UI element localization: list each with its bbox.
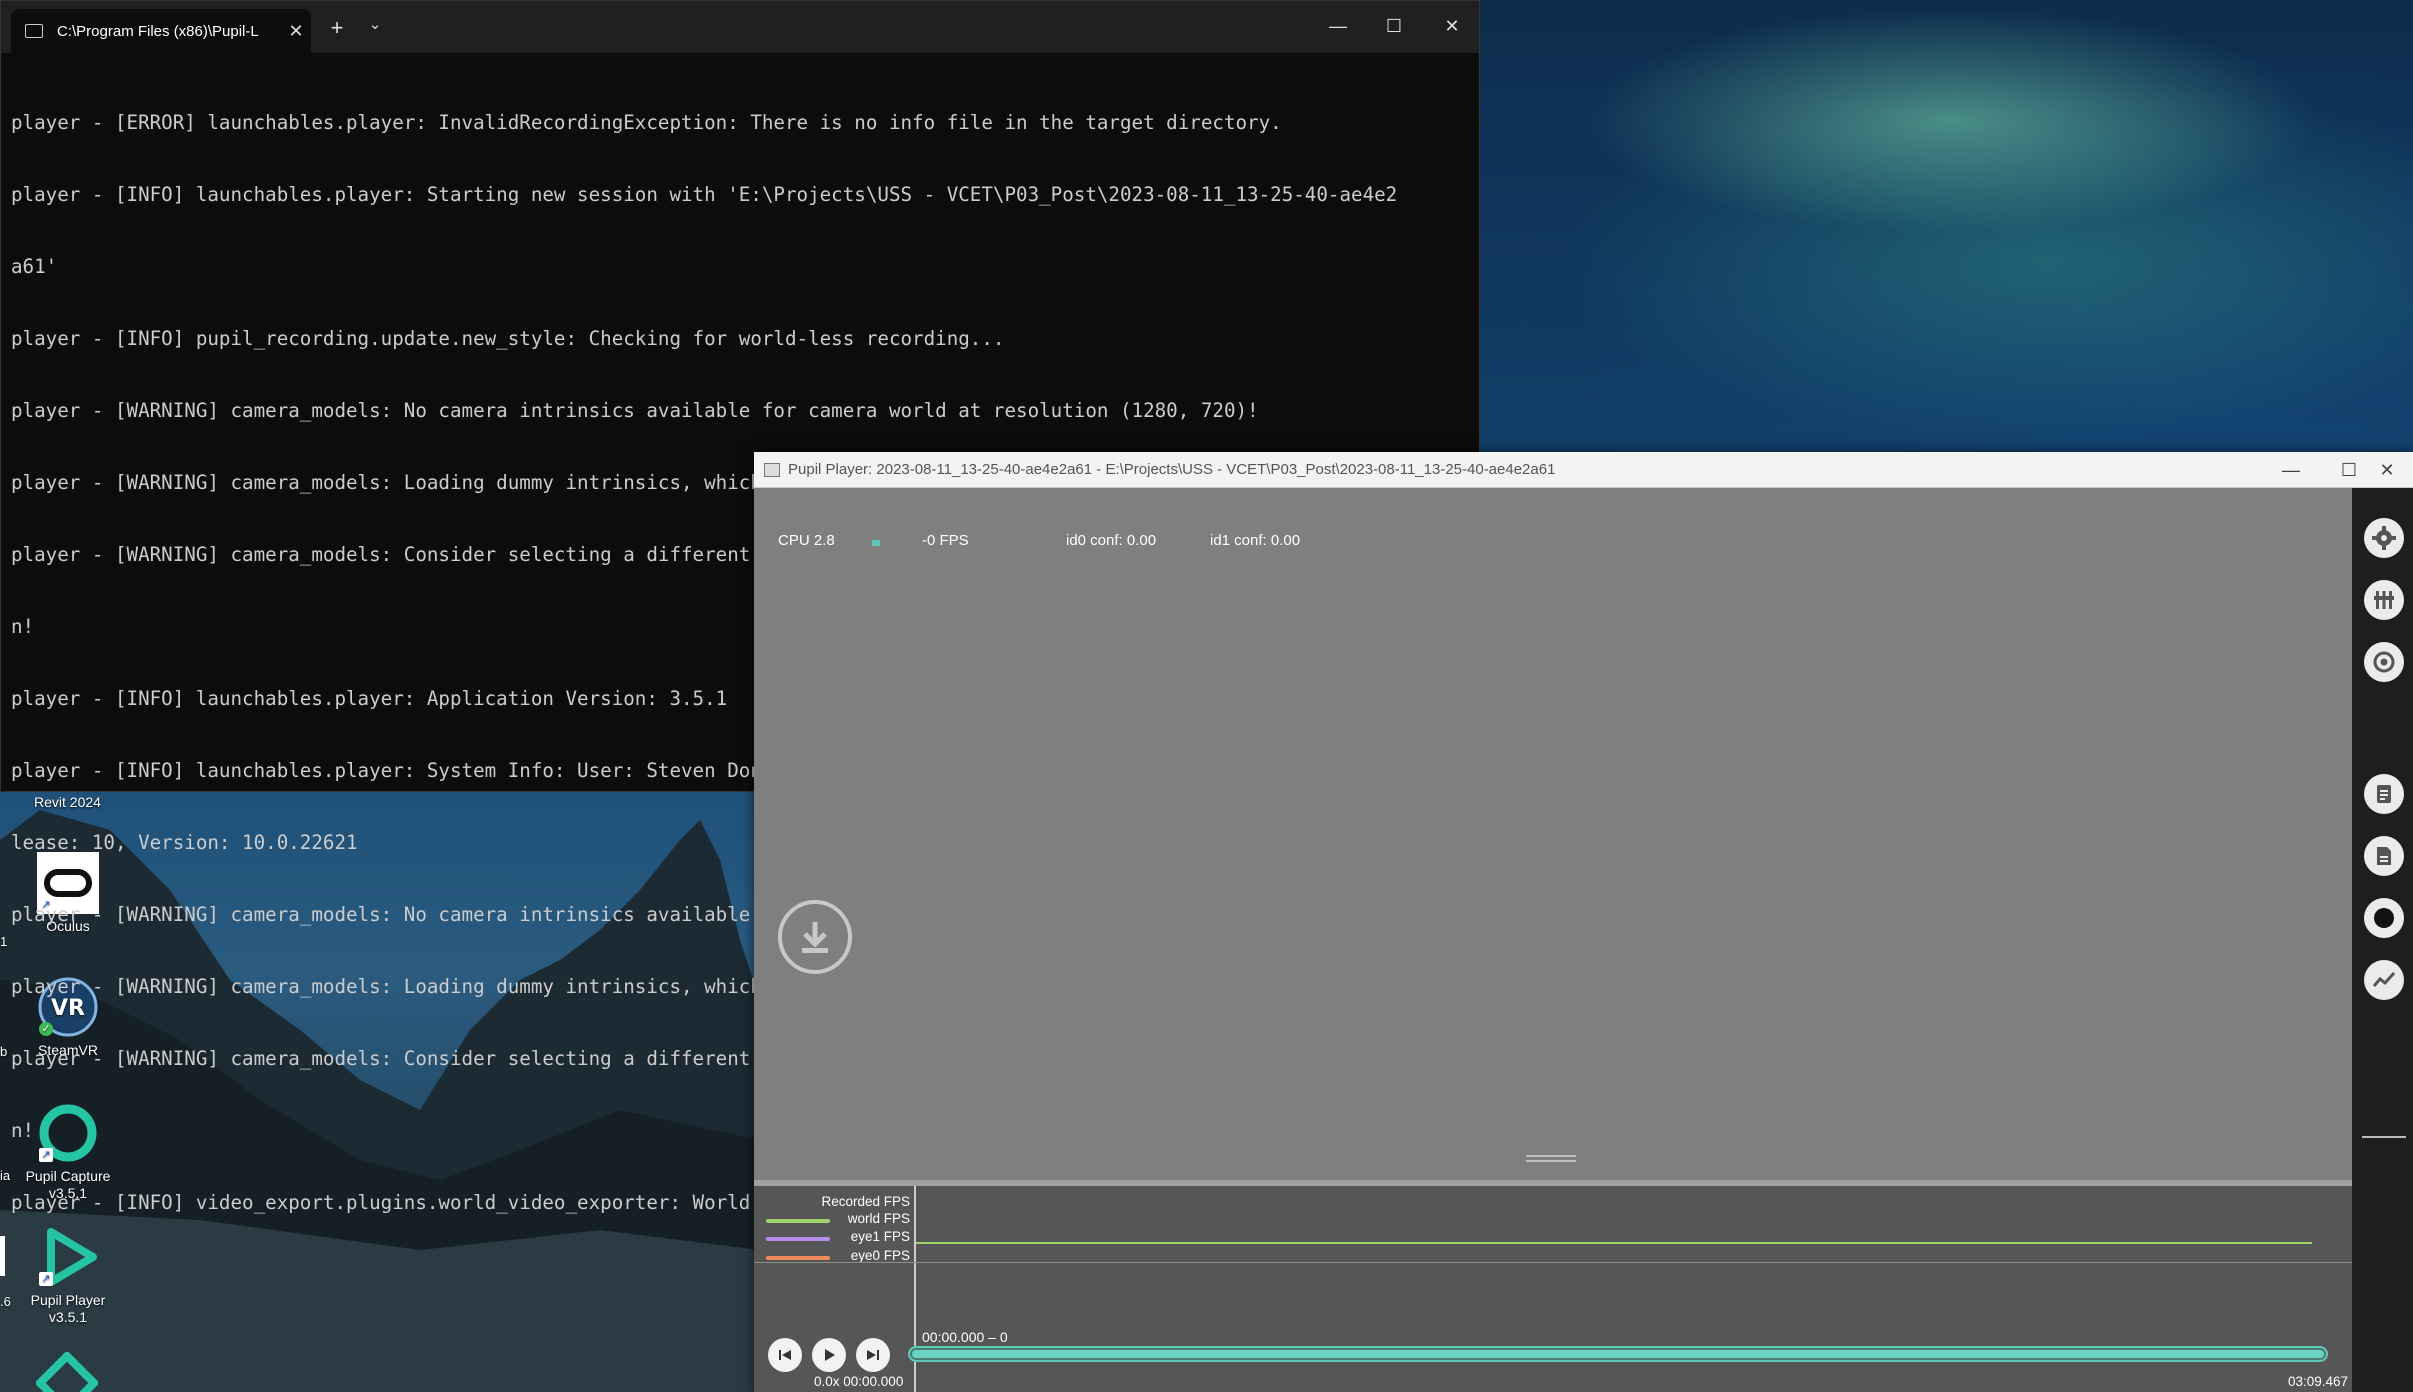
next-frame-button[interactable] — [856, 1338, 890, 1372]
pupil-titlebar[interactable]: Pupil Player: 2023-08-11_13-25-40-ae4e2a… — [754, 452, 2413, 488]
recording-duration: 03:09.467 — [2287, 1374, 2348, 1389]
eye0-fps-swatch — [766, 1256, 830, 1260]
desktop-edge-label: b — [0, 1044, 8, 1059]
fps-readout: -0 FPS — [922, 532, 969, 549]
skip-forward-icon — [867, 1350, 879, 1360]
world-fps-line — [916, 1242, 2312, 1244]
app-window-icon — [764, 462, 780, 477]
tab-close-icon[interactable]: ✕ — [281, 21, 311, 42]
gear-icon — [2372, 526, 2396, 550]
recorded-fps-label: Recorded FPS — [821, 1194, 910, 1209]
download-icon — [802, 922, 828, 953]
terminal-tab[interactable]: C:\Program Files (x86)\Pupil-L ✕ — [11, 9, 311, 53]
trend-line-icon — [2372, 971, 2396, 987]
timeline-top-border — [754, 1180, 2352, 1186]
diamond-app-icon — [36, 1352, 98, 1392]
eye0-fps-label: eye0 FPS — [754, 1248, 910, 1263]
pupil-player-window[interactable]: Pupil Player: 2023-08-11_13-25-40-ae4e2a… — [754, 452, 2413, 1392]
desktop-icon-version: v3.5.1 — [48, 1309, 88, 1325]
recording-info-button[interactable] — [2364, 642, 2404, 682]
gaze-button[interactable] — [2364, 898, 2404, 938]
terminal-tab-title: C:\Program Files (x86)\Pupil-L — [57, 22, 259, 40]
terminal-line: player - [INFO] pupil_recording.update.n… — [11, 327, 1005, 350]
world-fps-text: world FPS — [847, 1211, 910, 1226]
seek-bar[interactable] — [908, 1346, 2328, 1362]
terminal-line: player - [ERROR] launchables.player: Inv… — [11, 111, 1282, 134]
eye1-fps-text: eye1 FPS — [850, 1229, 910, 1244]
pupil-minimize-button[interactable]: — — [2262, 452, 2320, 488]
tab-dropdown-button[interactable]: ⌄ — [361, 15, 389, 33]
pupil-window-title: Pupil Player: 2023-08-11_13-25-40-ae4e2a… — [788, 461, 1556, 478]
playback-speed-position: 0.0x 00:00.000 — [814, 1374, 904, 1389]
plugin-sidebar — [2352, 488, 2413, 1392]
world-fps-swatch — [766, 1219, 830, 1223]
terminal-line: a61' — [11, 255, 58, 278]
eye1-fps-swatch — [766, 1237, 830, 1241]
skip-back-icon — [779, 1350, 791, 1360]
desktop-edge-label: .6 — [0, 1294, 11, 1309]
terminal-line: player - [WARNING] camera_models: No cam… — [11, 399, 1259, 422]
shortcut-arrow-icon: ↗ — [39, 1272, 53, 1286]
file-icon — [2377, 847, 2391, 865]
terminal-line: player - [INFO] launchables.player: Star… — [11, 183, 1398, 206]
statistics-button[interactable] — [2364, 960, 2404, 1000]
play-icon — [825, 1349, 835, 1361]
desktop-edge-icon — [0, 1236, 5, 1276]
cpu-readout: CPU 2.8 — [778, 532, 835, 549]
desktop-icon-label: Pupil Player — [30, 1292, 106, 1308]
timeline-panel[interactable]: Recorded FPS world FPS eye1 FPS eye0 FPS… — [754, 1180, 2352, 1392]
annotation-button[interactable] — [2364, 774, 2404, 814]
cpu-graph-icon — [872, 540, 880, 546]
desktop-edge-label: ia — [0, 1168, 11, 1183]
id0-confidence: id0 conf: 0.00 — [1066, 532, 1157, 549]
target-icon — [2373, 651, 2395, 673]
terminal-titlebar[interactable]: C:\Program Files (x86)\Pupil-L ✕ + ⌄ — ☐… — [1, 1, 1479, 53]
sidebar-separator — [2362, 1136, 2406, 1138]
eye1-fps-label: eye1 FPS — [754, 1229, 910, 1244]
id1-confidence: id1 conf: 0.00 — [1210, 532, 1301, 549]
resize-grip-icon[interactable] — [1526, 1154, 1576, 1164]
seek-bar-range — [912, 1350, 2324, 1358]
settings-button[interactable] — [2364, 518, 2404, 558]
timeline-row-divider — [754, 1262, 2352, 1263]
current-time-label: 00:00.000 – 0 — [922, 1329, 1008, 1345]
plugin-manager-button[interactable] — [2364, 580, 2404, 620]
desktop-edge-label: 1 — [0, 934, 8, 949]
play-button[interactable] — [812, 1338, 846, 1372]
terminal-icon — [25, 24, 43, 38]
circle-icon — [2374, 908, 2394, 928]
new-tab-button[interactable]: + — [323, 15, 351, 41]
previous-frame-button[interactable] — [768, 1338, 802, 1372]
terminal-minimize-button[interactable]: — — [1315, 11, 1361, 41]
download-button[interactable] — [778, 900, 852, 974]
pupil-close-button[interactable]: ✕ — [2358, 452, 2413, 488]
desktop-icon-partial[interactable] — [36, 1352, 98, 1392]
terminal-maximize-button[interactable]: ☐ — [1371, 11, 1417, 41]
terminal-close-button[interactable]: ✕ — [1429, 11, 1475, 41]
eye0-fps-text: eye0 FPS — [850, 1248, 910, 1263]
export-file-button[interactable] — [2364, 836, 2404, 876]
world-fps-label: world FPS — [754, 1211, 910, 1226]
document-list-icon — [2377, 785, 2391, 803]
sliders-icon — [2374, 591, 2394, 609]
